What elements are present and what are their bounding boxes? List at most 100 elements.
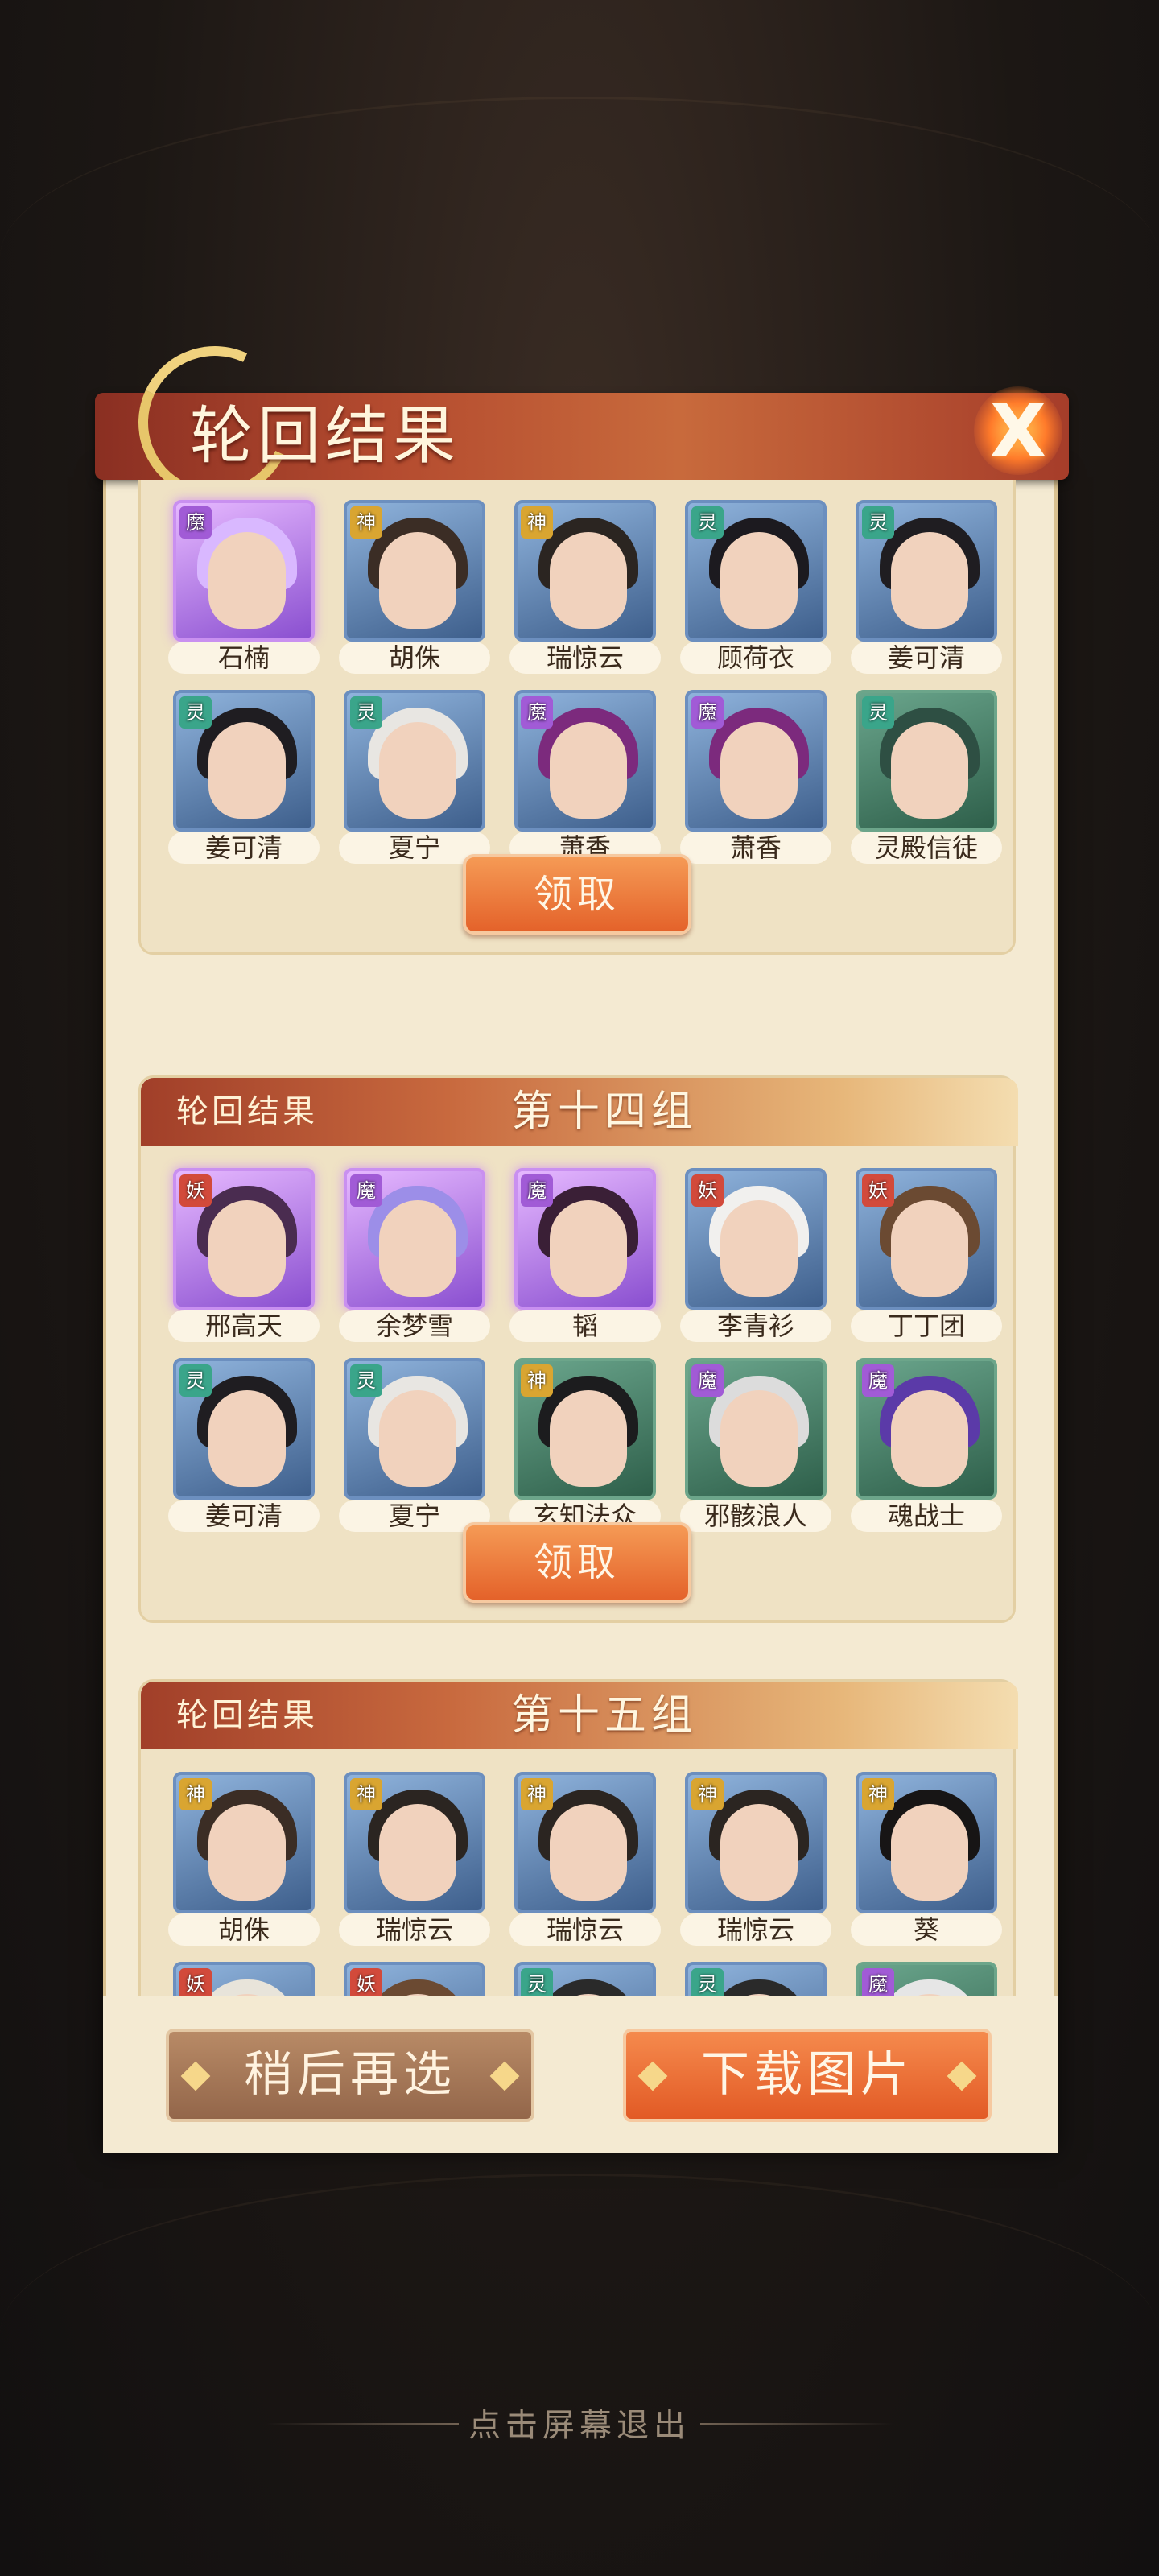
character-face xyxy=(208,1200,286,1297)
tap-to-exit-hint[interactable]: 点击屏幕退出 xyxy=(0,2399,1159,2446)
faction-badge: 魔 xyxy=(691,696,724,729)
faction-badge: 神 xyxy=(350,506,382,539)
group-title: 第十四组 xyxy=(511,1088,699,1136)
character-portrait: 神 xyxy=(514,1358,656,1500)
character-card[interactable]: 神胡侏 xyxy=(339,500,490,674)
character-card[interactable]: 妖邢高天 xyxy=(168,1168,320,1342)
character-portrait: 灵 xyxy=(173,690,315,832)
character-name: 邢高天 xyxy=(168,1310,320,1342)
character-card[interactable]: 妖 xyxy=(344,1962,485,1996)
download-image-label: 下载图片 xyxy=(701,2046,914,2103)
close-button[interactable]: X xyxy=(966,378,1070,483)
character-name: 瑞惊云 xyxy=(509,1913,661,1946)
faction-badge: 魔 xyxy=(691,1364,724,1397)
character-card[interactable]: 魔邪骸浪人 xyxy=(680,1358,831,1532)
character-name: 邪骸浪人 xyxy=(680,1500,831,1532)
claim-button[interactable]: 领取 xyxy=(463,1522,691,1603)
character-card[interactable]: 妖丁丁团 xyxy=(851,1168,1002,1342)
claim-button[interactable]: 领取 xyxy=(463,854,691,935)
character-card[interactable]: 神瑞惊云 xyxy=(680,1772,831,1946)
faction-badge: 神 xyxy=(691,1778,724,1810)
character-face xyxy=(379,722,456,819)
character-name: 姜可清 xyxy=(168,832,320,864)
character-face xyxy=(720,722,798,819)
character-card[interactable]: 魔萧香 xyxy=(509,690,661,864)
character-face xyxy=(208,532,286,629)
faction-badge: 灵 xyxy=(862,696,894,729)
character-card[interactable]: 魔萧香 xyxy=(680,690,831,864)
character-name: 石楠 xyxy=(168,642,320,674)
character-portrait: 妖 xyxy=(173,1962,315,1996)
character-portrait: 灵 xyxy=(344,1358,485,1500)
character-face xyxy=(891,1200,968,1297)
diamond-left-icon xyxy=(180,2061,211,2091)
faction-badge: 魔 xyxy=(862,1364,894,1397)
character-card[interactable]: 神瑞惊云 xyxy=(509,500,661,674)
character-card[interactable]: 魔魂战士 xyxy=(851,1358,1002,1532)
character-card[interactable]: 魔石楠 xyxy=(168,500,320,674)
character-card[interactable]: 灵夏宁 xyxy=(339,1358,490,1532)
character-card[interactable]: 灵姜可清 xyxy=(168,690,320,864)
character-card[interactable]: 灵顾荷衣 xyxy=(680,500,831,674)
character-card[interactable]: 灵夏宁 xyxy=(339,690,490,864)
character-face xyxy=(550,722,627,819)
character-name: 李青衫 xyxy=(680,1310,831,1342)
faction-badge: 神 xyxy=(521,1778,553,1810)
group-title: 第十五组 xyxy=(511,1691,699,1740)
faction-badge: 神 xyxy=(521,506,553,539)
character-card[interactable]: 神玄知法众 xyxy=(509,1358,661,1532)
faction-badge: 灵 xyxy=(691,506,724,539)
character-card[interactable]: 灵 xyxy=(685,1962,827,1996)
character-portrait: 神 xyxy=(514,1772,656,1913)
character-face xyxy=(550,1390,627,1487)
faction-badge: 灵 xyxy=(521,1968,553,1996)
character-portrait: 魔 xyxy=(856,1358,997,1500)
character-card[interactable]: 妖李青衫 xyxy=(680,1168,831,1342)
character-face xyxy=(891,1390,968,1487)
character-face xyxy=(891,532,968,629)
faction-badge: 灵 xyxy=(350,696,382,729)
character-portrait: 妖 xyxy=(173,1168,315,1310)
character-name: 余梦雪 xyxy=(339,1310,490,1342)
character-face xyxy=(208,1804,286,1901)
character-portrait: 灵 xyxy=(173,1358,315,1500)
character-name: 瑞惊云 xyxy=(680,1913,831,1946)
character-card[interactable]: 神瑞惊云 xyxy=(509,1772,661,1946)
character-card[interactable]: 魔余梦雪 xyxy=(339,1168,490,1342)
character-portrait: 妖 xyxy=(344,1962,485,1996)
character-portrait: 灵 xyxy=(685,1962,827,1996)
character-portrait: 灵 xyxy=(344,690,485,832)
results-scroll-area[interactable]: 轮回结果第十三组魔石楠神胡侏神瑞惊云灵顾荷衣灵姜可清灵姜可清灵夏宁魔萧香魔萧香灵… xyxy=(137,480,1022,1996)
character-portrait: 魔 xyxy=(514,1168,656,1310)
character-card[interactable]: 灵 xyxy=(514,1962,656,1996)
character-card[interactable]: 神胡侏 xyxy=(168,1772,320,1946)
select-later-button[interactable]: 稍后再选 xyxy=(166,2029,534,2122)
character-name: 魂战士 xyxy=(851,1500,1002,1532)
faction-badge: 灵 xyxy=(179,696,212,729)
character-face xyxy=(720,1390,798,1487)
faction-badge: 灵 xyxy=(862,506,894,539)
character-face xyxy=(208,722,286,819)
character-card[interactable]: 魔韬 xyxy=(509,1168,661,1342)
character-card[interactable]: 灵姜可清 xyxy=(851,500,1002,674)
character-name: 胡侏 xyxy=(168,1913,320,1946)
character-portrait: 魔 xyxy=(685,690,827,832)
character-name: 萧香 xyxy=(680,832,831,864)
character-card[interactable]: 妖 xyxy=(173,1962,315,1996)
character-card[interactable]: 灵灵殿信徒 xyxy=(851,690,1002,864)
character-portrait: 神 xyxy=(514,500,656,642)
faction-badge: 妖 xyxy=(691,1174,724,1207)
character-card[interactable]: 神葵 xyxy=(851,1772,1002,1946)
group-label: 轮回结果 xyxy=(176,1093,318,1130)
character-card[interactable]: 灵姜可清 xyxy=(168,1358,320,1532)
faction-badge: 魔 xyxy=(350,1174,382,1207)
download-image-button[interactable]: 下载图片 xyxy=(623,2029,992,2122)
character-portrait: 魔 xyxy=(685,1358,827,1500)
faction-badge: 神 xyxy=(179,1778,212,1810)
character-card[interactable]: 神瑞惊云 xyxy=(339,1772,490,1946)
faction-badge: 神 xyxy=(350,1778,382,1810)
character-face xyxy=(208,1390,286,1487)
character-card[interactable]: 魔 xyxy=(856,1962,997,1996)
character-face xyxy=(720,532,798,629)
character-name: 瑞惊云 xyxy=(339,1913,490,1946)
